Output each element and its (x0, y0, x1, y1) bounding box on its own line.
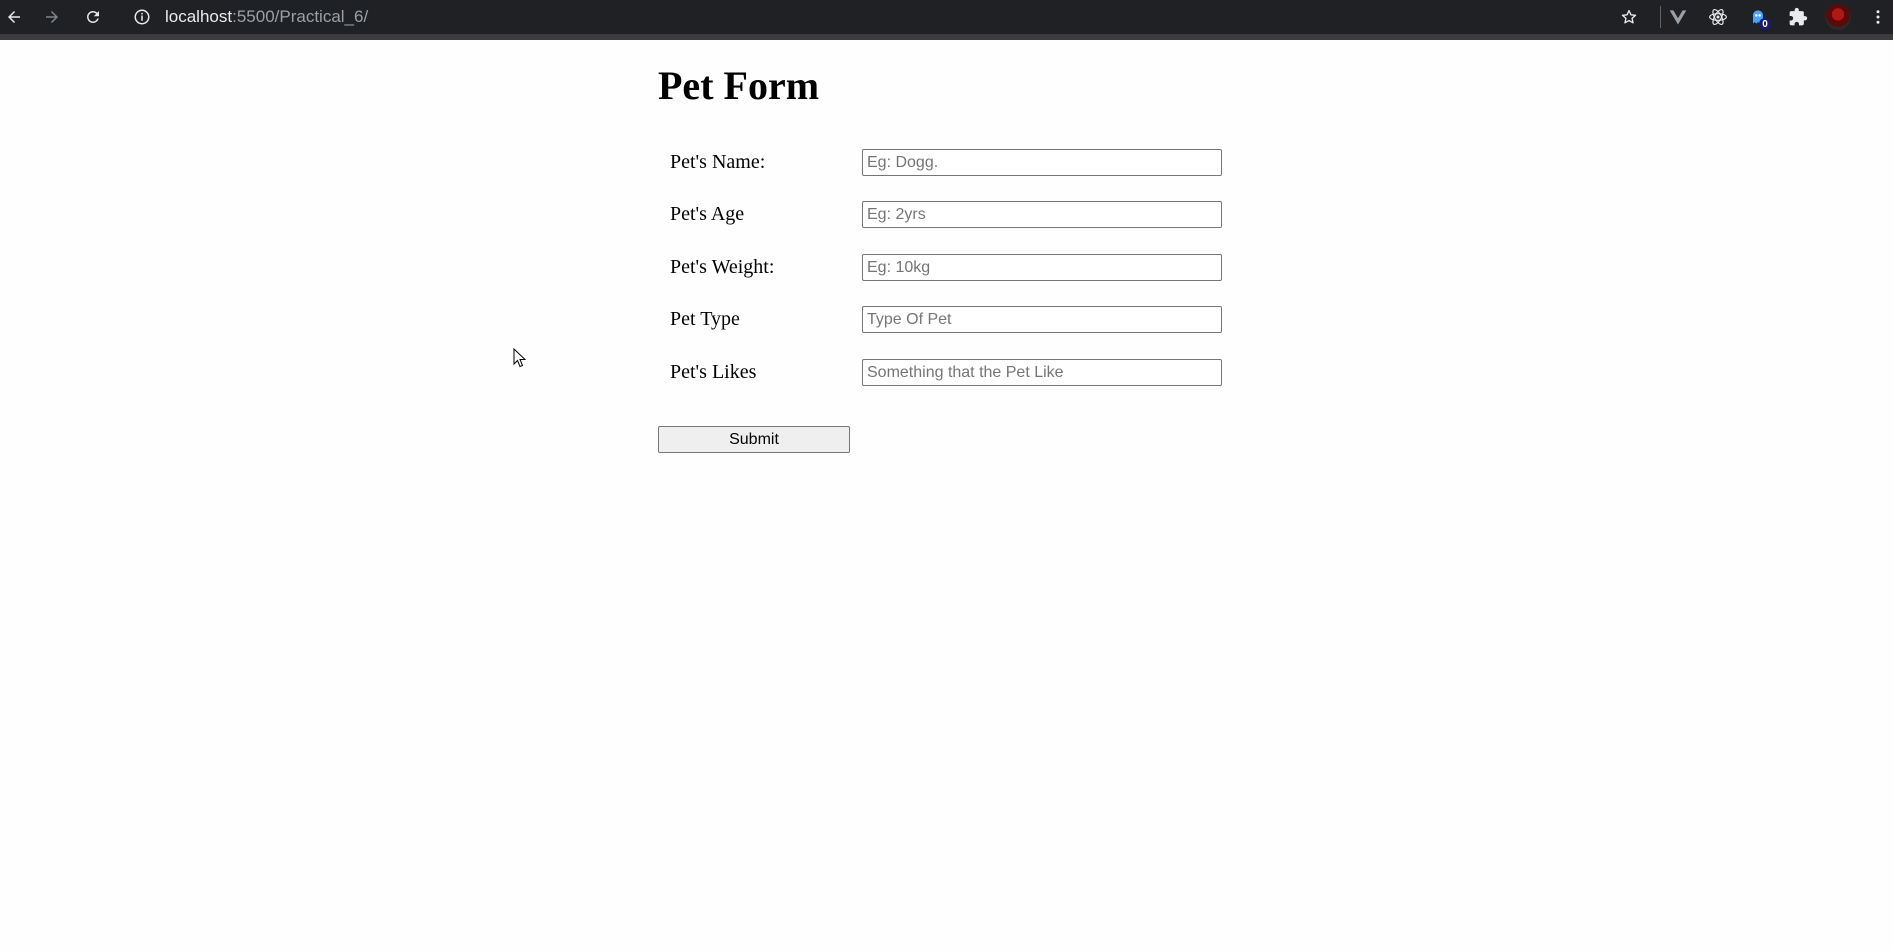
vue-devtools-icon (1669, 10, 1687, 25)
form-row-age: Pet's Age (658, 199, 1226, 229)
form-row-weight: Pet's Weight: (658, 252, 1226, 282)
pet-weight-label: Pet's Weight: (670, 256, 775, 278)
mouse-cursor-icon (513, 348, 527, 368)
reload-icon (86, 10, 99, 23)
pet-name-input[interactable] (862, 149, 1222, 176)
extension-badge: 0 (1759, 18, 1771, 30)
react-devtools-button[interactable] (1703, 4, 1733, 30)
bookmark-star-button[interactable] (1615, 4, 1643, 30)
forward-icon (46, 11, 58, 23)
form-row-type: Pet Type (658, 304, 1226, 334)
more-menu-button[interactable] (1868, 4, 1888, 30)
vue-devtools-button[interactable] (1663, 4, 1693, 30)
star-icon (1621, 9, 1637, 24)
toolbar-divider (1660, 6, 1661, 28)
pet-age-label: Pet's Age (670, 203, 745, 225)
avatar[interactable] (1825, 4, 1851, 30)
back-button[interactable] (0, 4, 28, 30)
pet-age-input[interactable] (862, 201, 1222, 228)
url-path: :5500/Practical_6/ (232, 7, 369, 26)
form-row-name: Pet's Name: (658, 147, 1226, 177)
page-title: Pet Form (658, 63, 820, 108)
back-icon (8, 11, 20, 23)
pet-type-label: Pet Type (670, 308, 740, 330)
submit-button[interactable]: Submit (658, 426, 850, 453)
pet-type-input[interactable] (862, 306, 1222, 333)
pet-likes-input[interactable] (862, 359, 1222, 386)
pet-likes-label: Pet's Likes (670, 361, 757, 383)
react-devtools-icon (1709, 9, 1727, 25)
url-host: localhost (165, 7, 233, 26)
form-row-likes: Pet's Likes (658, 357, 1226, 387)
puzzle-icon (1789, 7, 1808, 26)
browser-toolbar: localhost:5500/Practical_6/ 0 (0, 0, 1893, 40)
ghost-extension-button[interactable]: 0 (1743, 4, 1773, 30)
more-icon (1876, 10, 1880, 24)
pet-name-label: Pet's Name: (670, 151, 766, 173)
address-bar[interactable]: localhost:5500/Practical_6/ (121, 1, 1651, 33)
info-icon[interactable] (133, 8, 151, 26)
extensions-button[interactable] (1783, 4, 1813, 30)
reload-button[interactable] (79, 4, 107, 30)
pet-weight-input[interactable] (862, 254, 1222, 281)
forward-button[interactable] (38, 4, 66, 30)
